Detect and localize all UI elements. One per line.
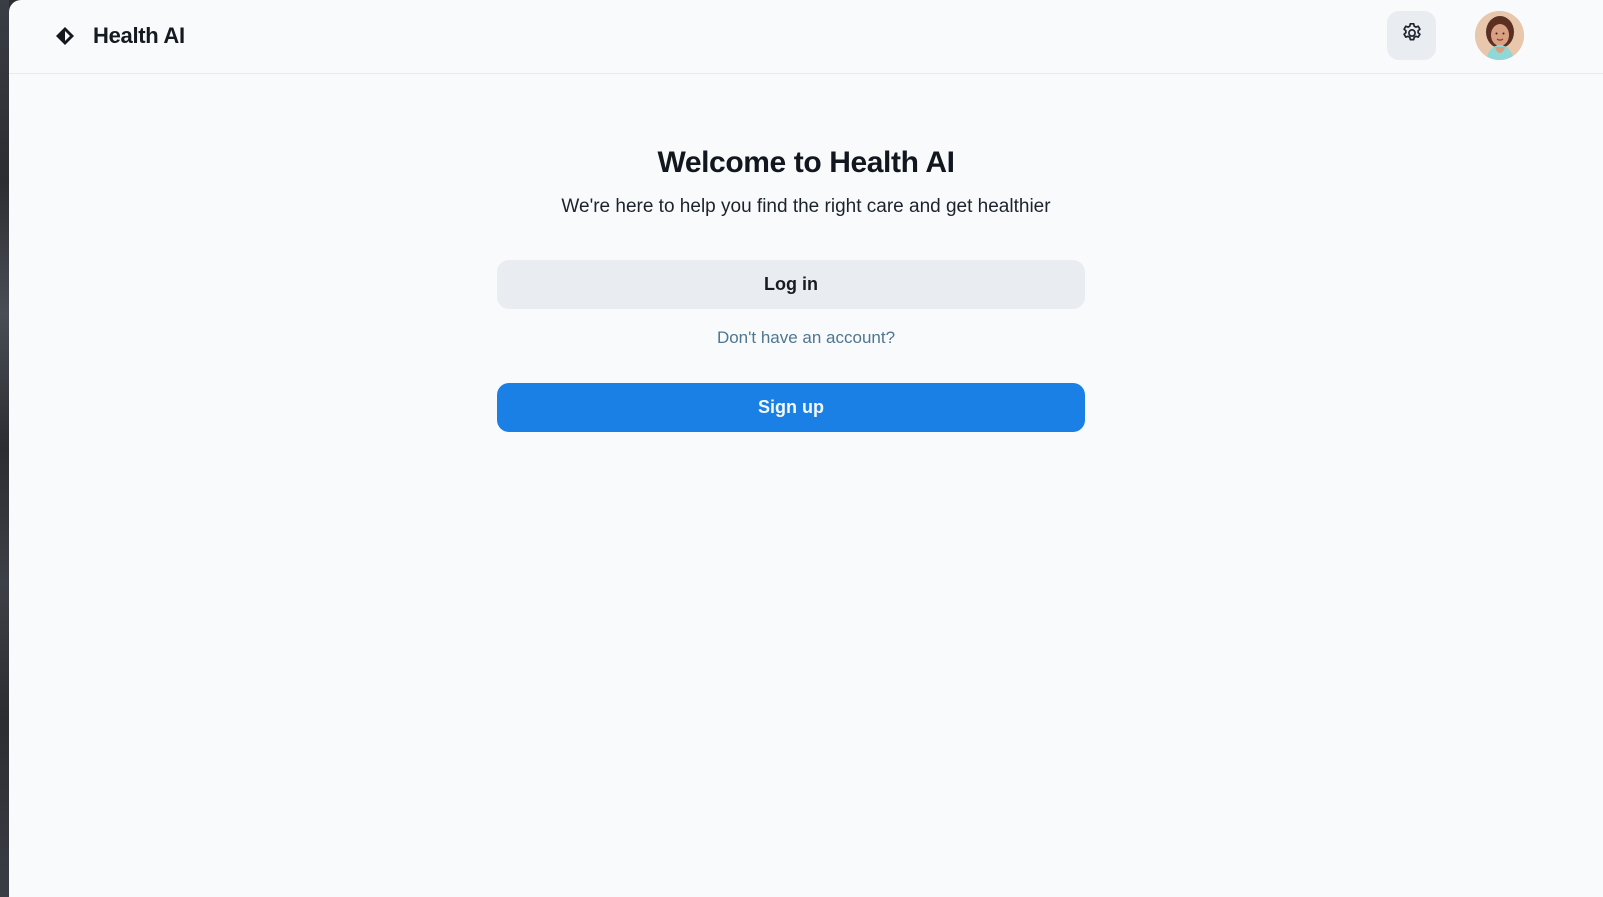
background-window-edge bbox=[0, 0, 9, 897]
login-button[interactable]: Log in bbox=[497, 260, 1085, 309]
brand[interactable]: Health AI bbox=[55, 21, 185, 51]
diamond-logo-icon bbox=[55, 26, 75, 46]
top-bar: Health AI bbox=[9, 0, 1603, 74]
page-title: Welcome to Health AI bbox=[657, 146, 955, 179]
app-window: Health AI Welcome to Health AI We're her… bbox=[9, 0, 1603, 897]
signup-button[interactable]: Sign up bbox=[497, 383, 1085, 432]
settings-button[interactable] bbox=[1387, 11, 1436, 60]
avatar[interactable] bbox=[1475, 11, 1524, 60]
page-subtitle: We're here to help you find the right ca… bbox=[561, 196, 1051, 217]
account-prompt-link[interactable]: Don't have an account? bbox=[9, 328, 1603, 348]
gear-icon bbox=[1400, 21, 1424, 50]
welcome-section: Welcome to Health AI We're here to help … bbox=[9, 145, 1603, 220]
brand-name: Health AI bbox=[93, 23, 185, 48]
